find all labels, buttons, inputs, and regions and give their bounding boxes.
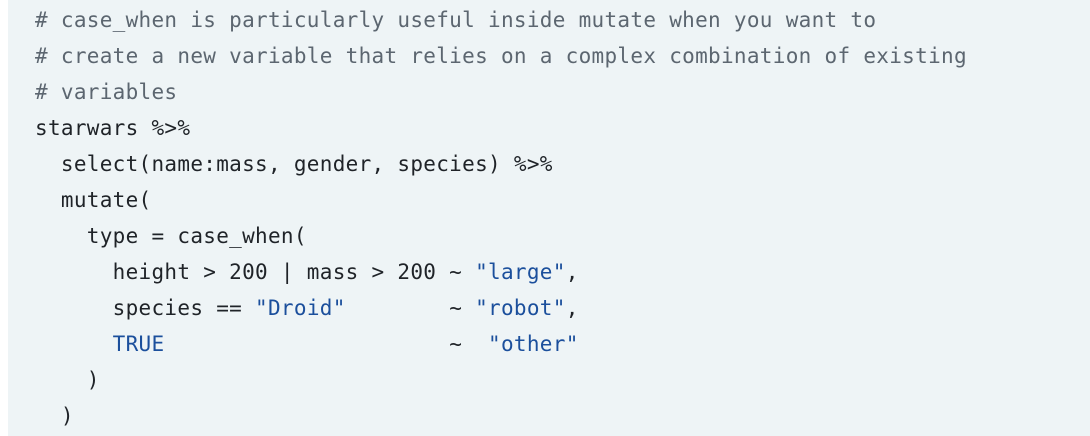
code-token-string: "large" xyxy=(475,260,566,284)
code-token-plain: ) xyxy=(35,368,100,392)
code-line: type = case_when( xyxy=(35,218,1090,254)
code-token-comment: # variables xyxy=(35,80,178,104)
code-line: mutate( xyxy=(35,182,1090,218)
code-token-plain: ) xyxy=(35,404,74,428)
code-lines: # case_when is particularly useful insid… xyxy=(35,2,1090,434)
code-line: starwars %>% xyxy=(35,110,1090,146)
code-token-plain: , xyxy=(565,260,579,284)
code-line: species == "Droid" ~ "robot", xyxy=(35,290,1090,326)
code-token-plain: , xyxy=(565,296,579,320)
code-token-plain: height > 200 | mass > 200 ~ xyxy=(35,260,476,284)
code-token-plain: starwars %>% xyxy=(35,116,191,140)
code-token-plain: type = case_when( xyxy=(35,224,307,248)
code-token-const: TRUE xyxy=(112,332,165,356)
code-token-plain: ~ xyxy=(345,296,476,320)
code-token-string: "robot" xyxy=(475,296,566,320)
code-token-comment: # case_when is particularly useful insid… xyxy=(35,8,877,32)
code-line: # case_when is particularly useful insid… xyxy=(35,2,1090,38)
code-line: # create a new variable that relies on a… xyxy=(35,38,1090,74)
code-line: height > 200 | mass > 200 ~ "large", xyxy=(35,254,1090,290)
code-token-plain: select(name:mass, gender, species) %>% xyxy=(35,152,553,176)
code-token-string: "Droid" xyxy=(255,296,346,320)
code-line: TRUE ~ "other" xyxy=(35,326,1090,362)
code-line: ) xyxy=(35,362,1090,398)
code-line: # variables xyxy=(35,74,1090,110)
code-token-comment: # create a new variable that relies on a… xyxy=(35,44,967,68)
code-line: select(name:mass, gender, species) %>% xyxy=(35,146,1090,182)
code-block: # case_when is particularly useful insid… xyxy=(8,0,1090,436)
code-token-plain: ~ xyxy=(164,332,489,356)
code-token-plain: mutate( xyxy=(35,188,152,212)
code-token-string: "other" xyxy=(488,332,579,356)
code-line: ) xyxy=(35,398,1090,434)
code-token-plain: species == xyxy=(35,296,256,320)
